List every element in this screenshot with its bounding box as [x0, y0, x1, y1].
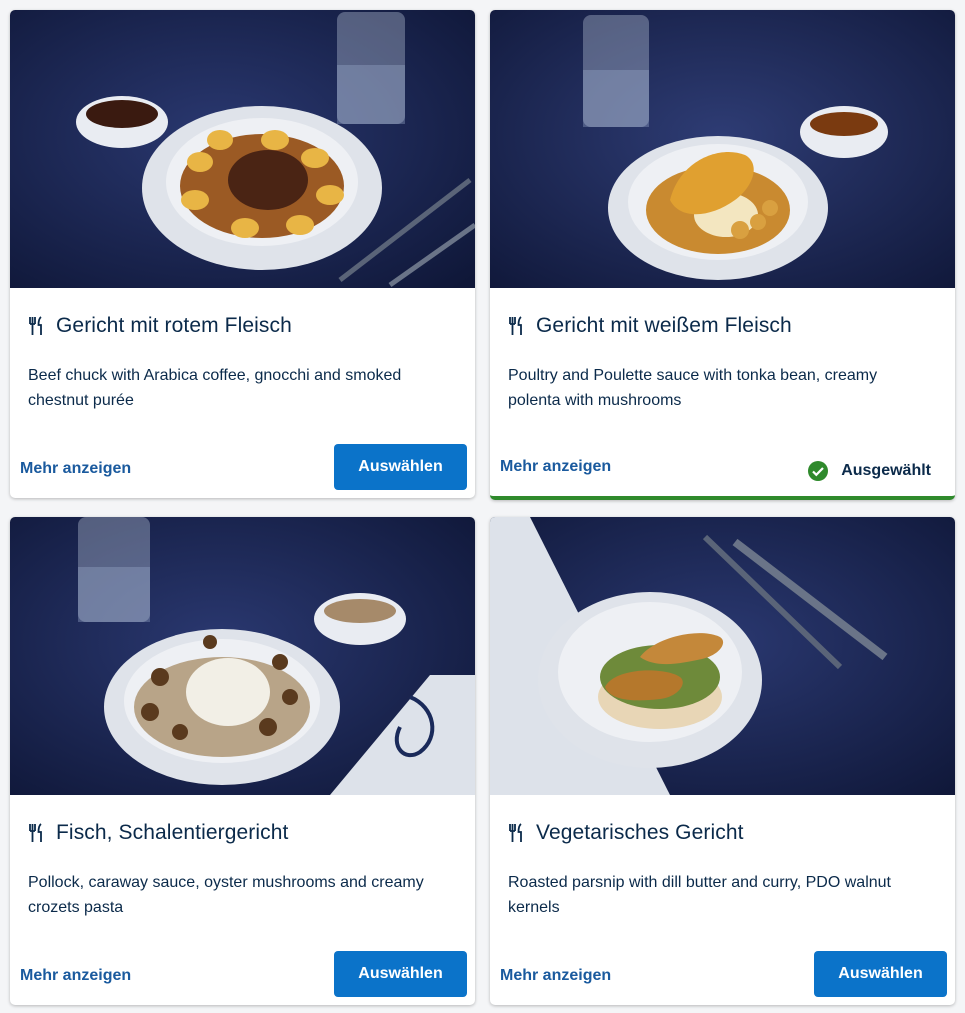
meal-photo-vegetarian	[490, 517, 955, 795]
meal-photo-red-meat	[10, 10, 475, 288]
selected-indicator[interactable]: Ausgewählt	[807, 460, 931, 482]
meal-description: Beef chuck with Arabica coffee, gnocchi …	[28, 367, 402, 409]
meal-title-row: Fisch, Schalentiergericht	[28, 821, 457, 845]
selected-label: Ausgewählt	[841, 462, 931, 479]
select-button[interactable]: Auswählen	[814, 951, 947, 997]
show-more-link[interactable]: Mehr anzeigen	[20, 460, 131, 478]
meal-card-vegetarian: Vegetarisches Gericht Roasted parsnip wi…	[490, 517, 955, 1005]
check-circle-icon	[808, 461, 829, 481]
meal-photo-fish	[10, 517, 475, 795]
meal-description: Pollock, caraway sauce, oyster mushrooms…	[28, 874, 424, 916]
meal-description: Roasted parsnip with dill butter and cur…	[508, 874, 891, 916]
meal-title: Fisch, Schalentiergericht	[56, 821, 289, 844]
meal-title: Gericht mit weißem Fleisch	[536, 314, 792, 337]
meal-title-row: Vegetarisches Gericht	[508, 821, 937, 845]
meal-title: Vegetarisches Gericht	[536, 821, 744, 844]
meal-card-white-meat: Gericht mit weißem Fleisch Poultry and P…	[490, 10, 955, 500]
meal-title-row: Gericht mit rotem Fleisch	[28, 314, 457, 338]
select-button[interactable]: Auswählen	[334, 444, 467, 490]
meal-photo-white-meat	[490, 10, 955, 288]
cutlery-icon	[509, 823, 522, 842]
meal-description: Poultry and Poulette sauce with tonka be…	[508, 367, 878, 409]
show-more-link[interactable]: Mehr anzeigen	[500, 458, 611, 476]
select-button[interactable]: Auswählen	[334, 951, 467, 997]
meal-title-row: Gericht mit weißem Fleisch	[508, 314, 937, 338]
cutlery-icon	[509, 316, 522, 335]
meal-card-fish: Fisch, Schalentiergericht Pollock, caraw…	[10, 517, 475, 1005]
show-more-link[interactable]: Mehr anzeigen	[20, 967, 131, 985]
meal-title: Gericht mit rotem Fleisch	[56, 314, 292, 337]
cutlery-icon	[29, 316, 42, 335]
meal-card-red-meat: Gericht mit rotem Fleisch Beef chuck wit…	[10, 10, 475, 498]
cutlery-icon	[29, 823, 42, 842]
show-more-link[interactable]: Mehr anzeigen	[500, 967, 611, 985]
